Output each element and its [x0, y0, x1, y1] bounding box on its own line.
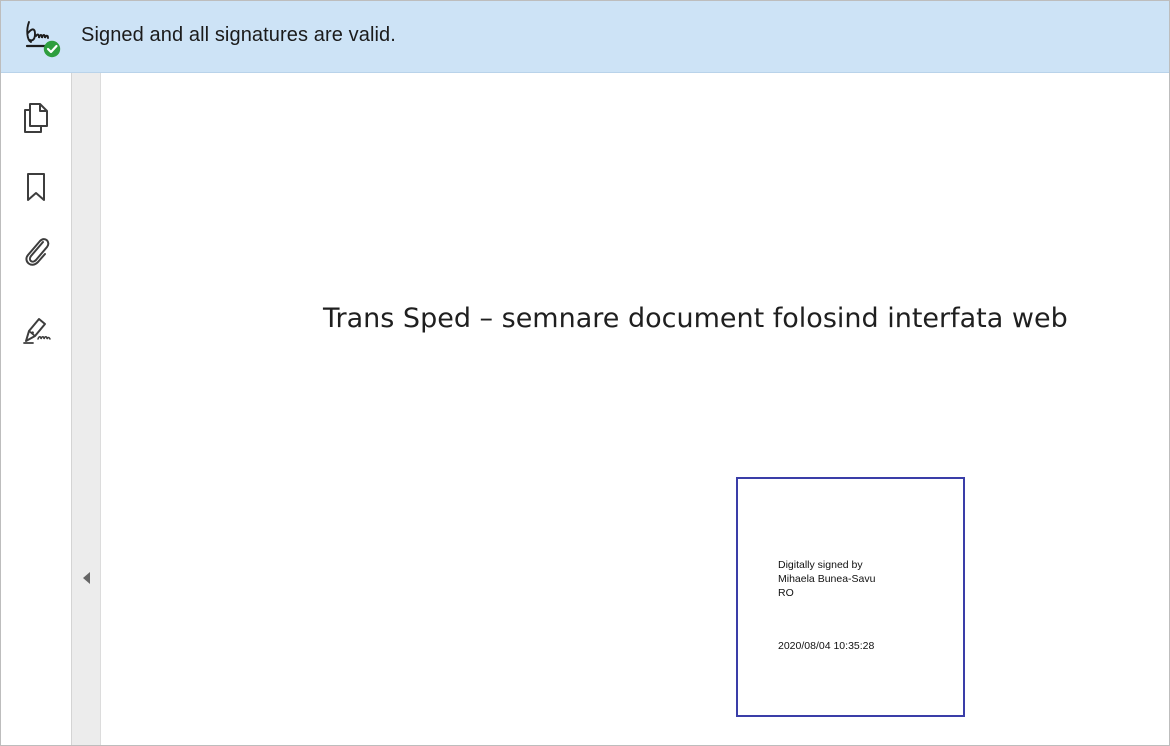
digital-signature-field[interactable]: Digitally signed by Mihaela Bunea-Savu R… — [736, 477, 965, 717]
pdf-viewer-window: Signed and all signatures are valid. Tra… — [0, 0, 1170, 746]
document-page: Trans Sped – semnare document folosind i… — [101, 73, 1169, 745]
signature-valid-icon — [23, 16, 63, 58]
page-thumbnails-icon — [19, 103, 53, 140]
signature-status-text: Signed and all signatures are valid. — [81, 24, 396, 46]
signatures-panel-button[interactable] — [19, 311, 53, 347]
bookmarks-button[interactable] — [19, 169, 53, 205]
signer-name: Mihaela Bunea-Savu — [778, 573, 876, 585]
collapse-panel-button[interactable] — [72, 73, 101, 745]
attachment-paperclip-icon — [19, 238, 53, 273]
signature-timestamp: 2020/08/04 10:35:28 — [778, 640, 875, 652]
left-navigation-rail — [1, 73, 72, 745]
page-thumbnails-button[interactable] — [19, 100, 53, 136]
signer-country: RO — [778, 587, 794, 599]
document-title: Trans Sped – semnare document folosind i… — [323, 303, 1068, 334]
signature-panel-icon — [19, 318, 53, 351]
bookmark-icon — [19, 173, 53, 209]
chevron-left-icon — [83, 572, 90, 584]
signature-status-bar: Signed and all signatures are valid. — [1, 1, 1169, 73]
attachments-button[interactable] — [19, 233, 53, 269]
signature-label: Digitally signed by — [778, 559, 863, 571]
